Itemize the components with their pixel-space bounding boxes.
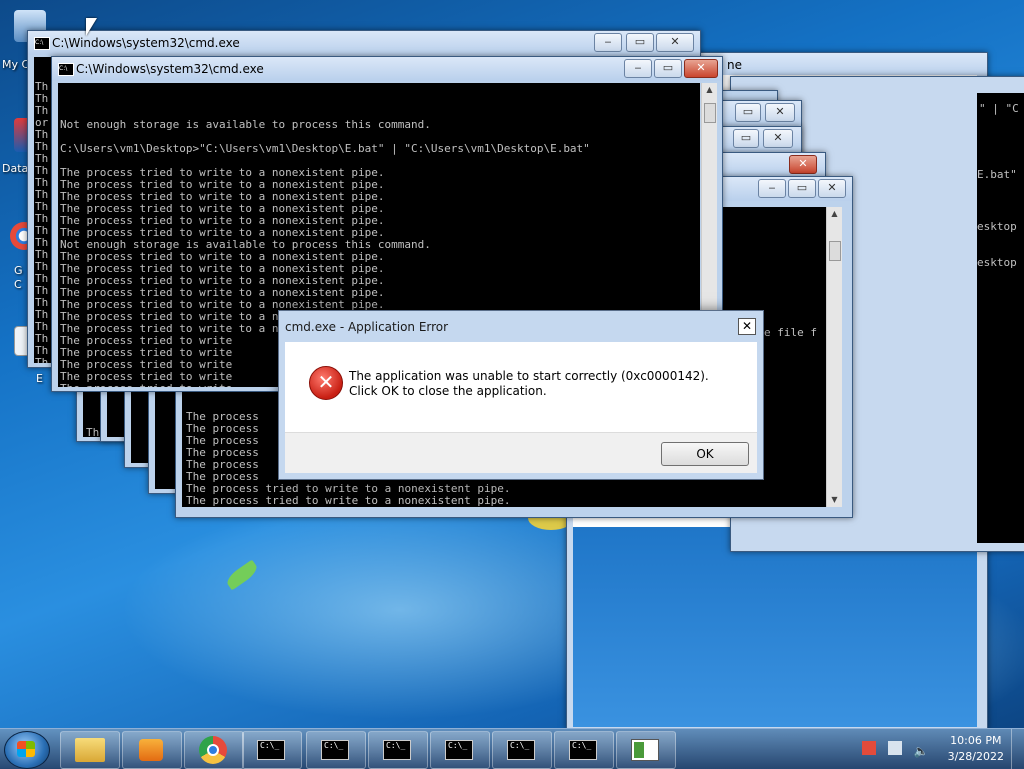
ok-button[interactable]: OK xyxy=(661,442,749,466)
show-desktop-button[interactable] xyxy=(1011,729,1024,769)
taskbar-chrome-button[interactable] xyxy=(184,731,244,769)
scroll-up-arrow-icon[interactable]: ▲ xyxy=(827,207,842,221)
taskbar-cmd-button[interactable]: C:\_ xyxy=(242,731,302,769)
taskbar-media-player-button[interactable] xyxy=(122,731,182,769)
desktop-icon-label: G C xyxy=(14,264,23,291)
maximize-button[interactable]: ▭ xyxy=(735,103,761,122)
console-output: " | "C E.bat" esktop esktop xyxy=(977,93,1024,543)
media-player-icon xyxy=(139,739,163,761)
close-button[interactable]: ✕ xyxy=(656,33,694,52)
system-tray: 🔈 xyxy=(862,741,929,758)
cmd-icon: C:\_ xyxy=(445,740,473,760)
scroll-thumb[interactable] xyxy=(704,103,716,123)
window-title: ne xyxy=(727,58,742,72)
folder-icon xyxy=(75,738,105,762)
cmd-icon: C:\_ xyxy=(507,740,535,760)
error-message: The application was unable to start corr… xyxy=(349,369,709,398)
cmd-icon: C:\_ xyxy=(257,740,285,760)
clock-date: 3/28/2022 xyxy=(947,750,1004,763)
console-text: esktop xyxy=(977,220,1017,233)
console-line: C:\Users\vm1\Desktop>"C:\Users\vm1\Deskt… xyxy=(60,142,590,155)
mouse-cursor-icon xyxy=(86,18,97,36)
window-app-icon xyxy=(631,739,659,761)
google-chrome-icon xyxy=(199,736,227,764)
minimize-button[interactable]: ‒ xyxy=(758,179,786,198)
taskbar-cmd-button[interactable]: C:\_ xyxy=(554,731,614,769)
desktop: My C Data G C E ne " | "C E.bat" esktop … xyxy=(0,0,1024,728)
volume-icon[interactable]: 🔈 xyxy=(914,744,929,758)
console-text: e file f xyxy=(764,326,817,339)
application-error-dialog[interactable]: cmd.exe - Application Error ✕ ✕ The appl… xyxy=(278,310,764,480)
clock-time: 10:06 PM xyxy=(950,734,1002,747)
close-button[interactable]: ✕ xyxy=(789,155,817,174)
close-button[interactable]: ✕ xyxy=(763,129,793,148)
desktop-icon-label: My C xyxy=(2,58,30,71)
action-center-icon[interactable] xyxy=(862,741,876,755)
window-title: C:\Windows\system32\cmd.exe xyxy=(76,62,264,76)
desktop-icon-label: E xyxy=(36,372,43,385)
cmd-icon: C:\_ xyxy=(321,740,349,760)
dialog-body: ✕ The application was unable to start co… xyxy=(285,342,757,432)
cmd-icon: C:\_ xyxy=(383,740,411,760)
taskbar: C:\_ C:\_ C:\_ C:\_ C:\_ C:\_ 🔈 10:06 PM… xyxy=(0,728,1024,769)
desktop-region xyxy=(573,527,977,727)
start-button[interactable] xyxy=(4,731,50,769)
scroll-down-arrow-icon[interactable]: ▼ xyxy=(827,493,842,507)
maximize-button[interactable]: ▭ xyxy=(626,33,654,52)
minimize-button[interactable]: ‒ xyxy=(624,59,652,78)
taskbar-cmd-button[interactable]: C:\_ xyxy=(306,731,366,769)
error-icon: ✕ xyxy=(309,366,343,400)
cmd-icon: C:\ xyxy=(58,63,74,76)
minimize-button[interactable]: ‒ xyxy=(594,33,622,52)
window-titlebar[interactable]: C:\ C:\Windows\system32\cmd.exe ‒ ▭ ✕ xyxy=(28,31,700,55)
maximize-button[interactable]: ▭ xyxy=(654,59,682,78)
dialog-footer: OK xyxy=(285,432,757,473)
close-button[interactable]: ✕ xyxy=(684,59,718,78)
taskbar-cmd-button[interactable]: C:\_ xyxy=(492,731,552,769)
scrollbar[interactable]: ▲ ▼ xyxy=(826,207,842,507)
console-line: Not enough storage is available to proce… xyxy=(60,118,431,131)
dialog-close-button[interactable]: ✕ xyxy=(738,318,756,335)
network-icon[interactable] xyxy=(887,741,902,755)
console-text: " | "C xyxy=(979,102,1019,115)
desktop-icon-label: Data xyxy=(2,162,29,175)
taskbar-cmd-button[interactable]: C:\_ xyxy=(430,731,490,769)
console-line: The process tried to write to a nonexist… xyxy=(186,494,511,507)
scroll-up-arrow-icon[interactable]: ▲ xyxy=(702,83,717,97)
cmd-icon: C:\_ xyxy=(569,740,597,760)
cmd-icon: C:\ xyxy=(34,37,50,50)
taskbar-cmd-button[interactable]: C:\_ xyxy=(368,731,428,769)
console-text: esktop xyxy=(977,256,1017,269)
dialog-title: cmd.exe - Application Error xyxy=(285,320,449,334)
close-button[interactable]: ✕ xyxy=(765,103,795,122)
taskbar-explorer-button[interactable] xyxy=(60,731,120,769)
windows-logo-icon xyxy=(17,741,35,757)
window-title: C:\Windows\system32\cmd.exe xyxy=(52,36,240,50)
console-text: E.bat" xyxy=(977,168,1017,181)
close-button[interactable]: ✕ xyxy=(818,179,846,198)
window-titlebar[interactable]: C:\ C:\Windows\system32\cmd.exe ‒ ▭ ✕ xyxy=(52,57,722,81)
taskbar-app-button[interactable] xyxy=(616,731,676,769)
scroll-thumb[interactable] xyxy=(829,241,841,261)
clock[interactable]: 10:06 PM 3/28/2022 xyxy=(948,733,1004,765)
maximize-button[interactable]: ▭ xyxy=(788,179,816,198)
maximize-button[interactable]: ▭ xyxy=(733,129,759,148)
